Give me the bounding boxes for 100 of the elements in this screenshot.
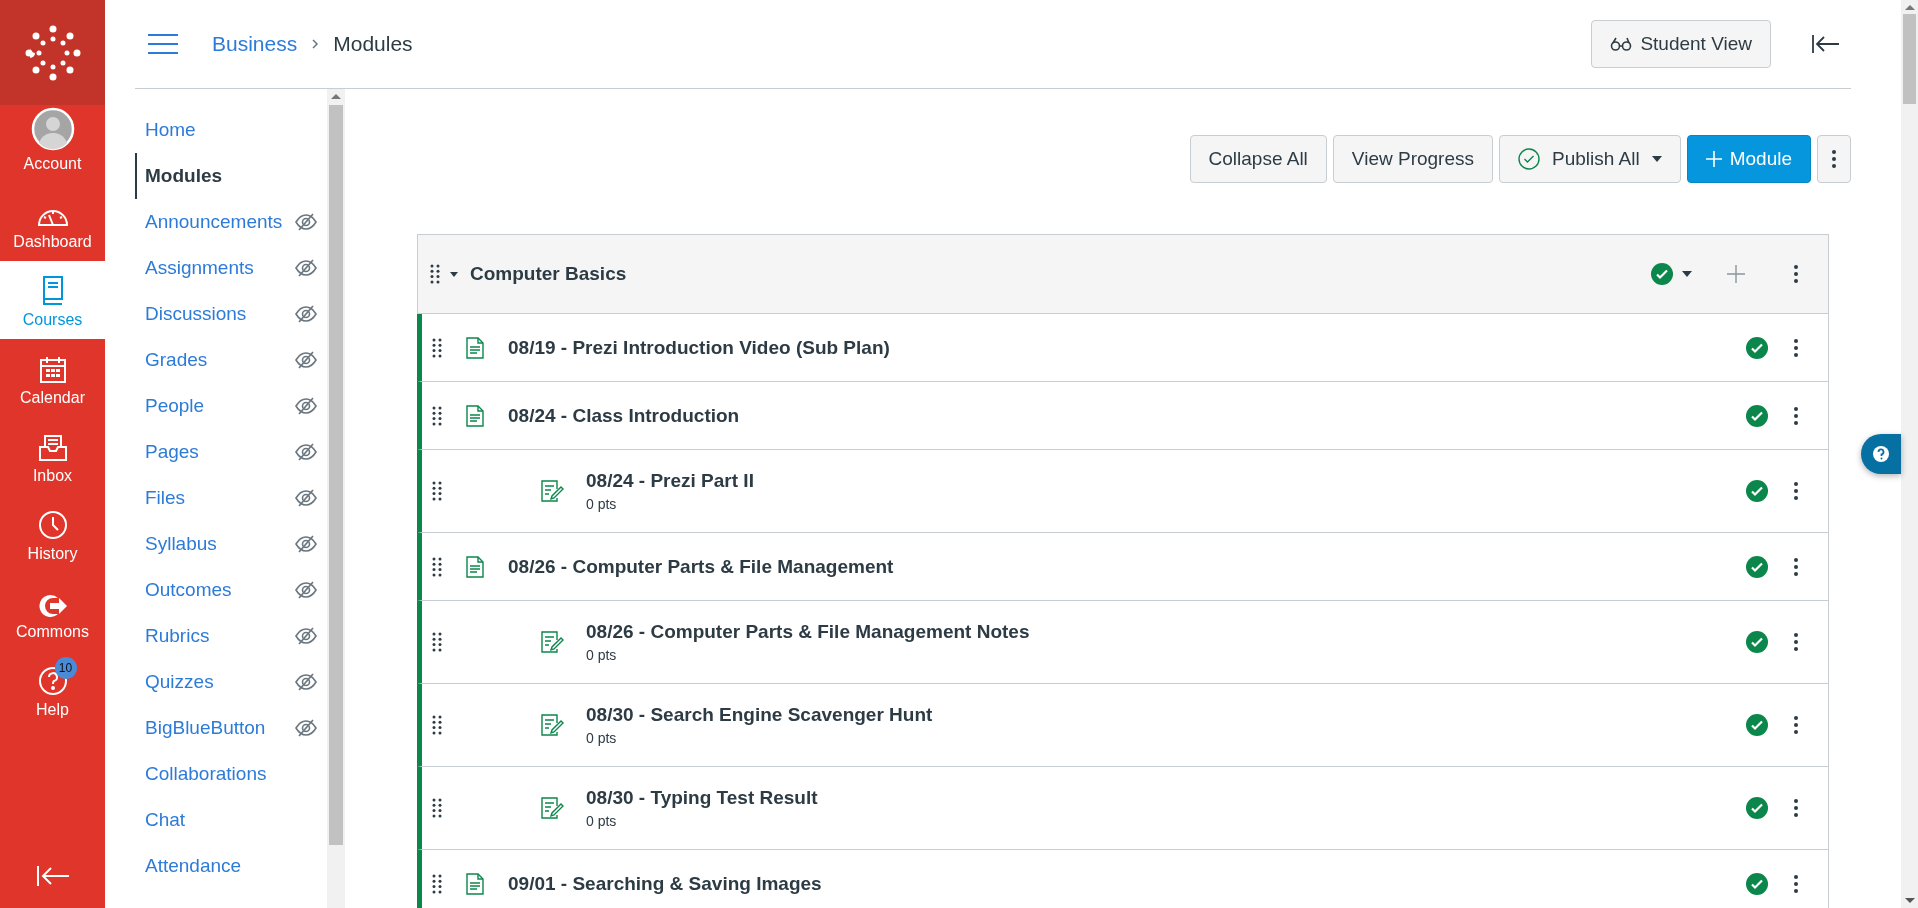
- course-nav-link[interactable]: Chat: [135, 797, 327, 843]
- calendar-icon: [37, 355, 68, 385]
- more-options-icon[interactable]: [1794, 874, 1798, 893]
- more-options-icon[interactable]: [1794, 406, 1798, 425]
- module-item-link[interactable]: 08/24 - Prezi Part II: [586, 470, 754, 492]
- notification-badge: 10: [54, 657, 77, 679]
- published-check-icon[interactable]: [1746, 336, 1768, 359]
- drag-handle-icon[interactable]: [432, 873, 442, 894]
- document-icon: [466, 336, 484, 359]
- clock-icon: [36, 509, 69, 541]
- add-module-button[interactable]: Module: [1686, 135, 1811, 183]
- global-nav-item[interactable]: History: [0, 495, 105, 573]
- scroll-up-icon[interactable]: [1904, 4, 1915, 10]
- module-item-link[interactable]: 08/26 - Computer Parts & File Management Notes: [586, 621, 1030, 643]
- global-nav-item[interactable]: Inbox: [0, 417, 105, 495]
- scrollbar[interactable]: [327, 89, 345, 908]
- document-icon: [466, 404, 484, 427]
- module-item-link[interactable]: 08/24 - Class Introduction: [508, 404, 740, 427]
- glasses-icon: [1610, 37, 1633, 51]
- published-check-icon[interactable]: [1746, 797, 1768, 819]
- module-item-link[interactable]: 08/30 - Search Engine Scavenger Hunt: [586, 704, 933, 726]
- course-nav-link[interactable]: Collaborations: [135, 751, 327, 797]
- course-nav-link[interactable]: Attendance: [135, 843, 327, 889]
- course-nav-link[interactable]: Announcements: [135, 199, 327, 245]
- points-label: 0 pts: [586, 813, 618, 829]
- course-nav-link[interactable]: People: [135, 383, 327, 429]
- collapse-all-button[interactable]: Collapse All: [1189, 135, 1327, 183]
- course-nav-link[interactable]: Quizzes: [135, 659, 327, 705]
- view-progress-button[interactable]: View Progress: [1332, 135, 1493, 183]
- more-options-icon[interactable]: [1794, 557, 1798, 576]
- module-item-link[interactable]: 08/30 - Typing Test Result: [586, 787, 818, 809]
- published-check-icon[interactable]: [1746, 555, 1768, 578]
- question-icon: [1872, 445, 1890, 463]
- global-nav-item[interactable]: 10 Help: [0, 651, 105, 729]
- logo-icon[interactable]: [0, 0, 105, 105]
- collapse-icon[interactable]: [1811, 33, 1841, 55]
- student-view-button[interactable]: Student View: [1591, 20, 1771, 68]
- hidden-eye-icon: [295, 213, 317, 231]
- drag-handle-icon[interactable]: [430, 264, 440, 284]
- global-nav-item[interactable]: Calendar: [0, 339, 105, 417]
- scroll-down-icon[interactable]: [1904, 898, 1915, 904]
- published-check-icon[interactable]: [1746, 480, 1768, 502]
- chevron-icon: [311, 38, 320, 50]
- scroll-thumb[interactable]: [329, 105, 343, 845]
- published-check-icon[interactable]: [1651, 263, 1673, 285]
- caret-icon[interactable]: [1682, 271, 1692, 277]
- course-nav-link[interactable]: BigBlueButton: [135, 705, 327, 751]
- menu-icon[interactable]: [148, 33, 178, 55]
- course-nav-link[interactable]: Files: [135, 475, 327, 521]
- global-nav-item[interactable]: Courses: [0, 261, 105, 339]
- more-options-icon[interactable]: [1794, 799, 1798, 817]
- hidden-eye-icon: [295, 489, 317, 507]
- course-nav-link[interactable]: Outcomes: [135, 567, 327, 613]
- scroll-up-icon[interactable]: [331, 93, 341, 99]
- hidden-eye-icon: [295, 535, 317, 553]
- hidden-eye-icon: [295, 627, 317, 645]
- module-title: Computer Basics: [470, 263, 627, 285]
- drag-handle-icon[interactable]: [432, 337, 442, 358]
- module-item-link[interactable]: 08/19 - Prezi Introduction Video (Sub Plan): [508, 336, 890, 359]
- published-check-icon[interactable]: [1746, 631, 1768, 653]
- published-check-icon[interactable]: [1746, 872, 1768, 895]
- global-nav-item[interactable]: Dashboard: [0, 183, 105, 261]
- global-nav-item[interactable]: Account: [0, 105, 105, 183]
- more-options-icon[interactable]: [1794, 716, 1798, 734]
- scroll-thumb[interactable]: [1903, 14, 1916, 104]
- hidden-eye-icon: [295, 259, 317, 277]
- scrollbar[interactable]: [1901, 0, 1918, 908]
- more-options-icon[interactable]: [1794, 265, 1798, 283]
- caret-icon[interactable]: [449, 270, 459, 278]
- more-options-icon[interactable]: [1794, 633, 1798, 651]
- assignment-icon: [540, 479, 564, 503]
- publish-all-button[interactable]: Publish All: [1499, 135, 1681, 183]
- global-nav-item[interactable]: Commons: [0, 573, 105, 651]
- published-check-icon[interactable]: [1746, 714, 1768, 736]
- course-nav-link[interactable]: Home: [135, 107, 327, 153]
- assignment-icon: [540, 713, 564, 737]
- drag-handle-icon[interactable]: [432, 556, 442, 577]
- avatar-icon: [30, 107, 75, 151]
- drag-handle-icon[interactable]: [432, 632, 442, 652]
- drag-handle-icon[interactable]: [432, 481, 442, 501]
- more-options-icon[interactable]: [1794, 338, 1798, 357]
- more-options-button[interactable]: [1817, 135, 1851, 183]
- course-nav-link[interactable]: Assignments: [135, 245, 327, 291]
- points-label: 0 pts: [586, 647, 618, 663]
- course-nav-link[interactable]: Discussions: [135, 291, 327, 337]
- drag-handle-icon[interactable]: [432, 798, 442, 818]
- drag-handle-icon[interactable]: [432, 405, 442, 426]
- more-options-icon[interactable]: [1794, 482, 1798, 500]
- published-check-icon[interactable]: [1746, 404, 1768, 427]
- course-nav-link[interactable]: Syllabus: [135, 521, 327, 567]
- course-nav-link[interactable]: Grades: [135, 337, 327, 383]
- breadcrumb-link[interactable]: Business: [212, 32, 298, 56]
- drag-handle-icon[interactable]: [432, 715, 442, 735]
- module-item-link[interactable]: 08/26 - Computer Parts & File Management: [508, 555, 894, 578]
- course-nav-link[interactable]: Pages: [135, 429, 327, 475]
- points-label: 0 pts: [586, 730, 618, 746]
- help-tab[interactable]: [1861, 434, 1901, 474]
- course-nav-link[interactable]: Rubrics: [135, 613, 327, 659]
- module-item-link[interactable]: 09/01 - Searching & Saving Images: [508, 872, 822, 895]
- caret-icon: [1651, 156, 1662, 162]
